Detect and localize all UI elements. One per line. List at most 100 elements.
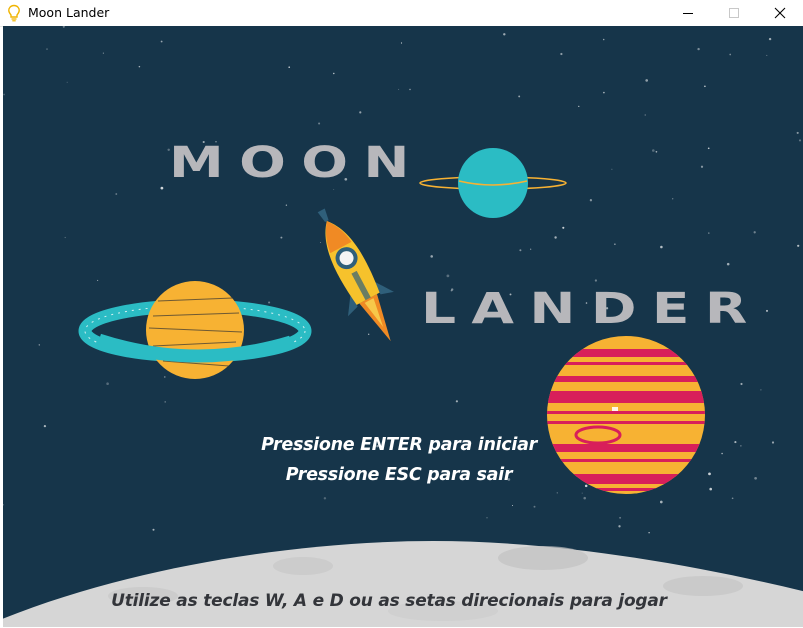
star [554, 236, 557, 239]
star [46, 48, 48, 50]
star [753, 231, 756, 234]
star [486, 517, 488, 519]
star [603, 91, 605, 94]
star [62, 26, 65, 28]
star [556, 492, 558, 494]
title-moon: MOON [169, 138, 425, 188]
star [138, 65, 141, 68]
prompt-start: Pressione ENTER para iniciar [261, 435, 537, 455]
star [583, 496, 586, 500]
star [584, 484, 588, 488]
star [589, 199, 593, 202]
star [3, 504, 4, 506]
teal-planet [419, 148, 567, 218]
star [644, 114, 646, 116]
star [446, 274, 450, 278]
star [618, 525, 621, 528]
star [430, 255, 433, 258]
prompt-exit: Pressione ESC para sair [285, 465, 513, 485]
star [368, 333, 370, 335]
star [333, 189, 335, 190]
star [740, 382, 743, 386]
star [729, 53, 732, 56]
star [700, 165, 704, 168]
controls-instructions: Utilize as teclas W, A e D ou as setas d… [111, 591, 667, 611]
star [115, 193, 118, 195]
star [562, 226, 565, 229]
star [319, 241, 322, 244]
star [164, 376, 166, 378]
star [645, 79, 649, 82]
star [160, 40, 163, 43]
minimize-button[interactable] [665, 0, 711, 26]
star [798, 139, 802, 142]
star [455, 400, 458, 403]
star [106, 382, 109, 386]
lightbulb-icon [6, 4, 22, 22]
moon-surface [3, 541, 803, 627]
star [709, 487, 712, 491]
star [152, 528, 155, 531]
star [400, 42, 403, 44]
star [280, 236, 283, 239]
star [318, 122, 321, 125]
star [323, 497, 327, 500]
star [66, 81, 68, 83]
star [602, 38, 605, 41]
star [614, 243, 616, 245]
star [697, 47, 700, 51]
title-bar[interactable]: Moon Lander [0, 0, 803, 27]
star [398, 88, 400, 90]
star [503, 33, 506, 36]
star [560, 52, 563, 56]
app-window: Moon Lander MOON LANDER Pressione ENTER … [0, 0, 803, 628]
star [796, 131, 799, 134]
star [731, 497, 734, 500]
star [660, 245, 663, 249]
star [533, 505, 536, 508]
title-lander: LANDER [421, 284, 763, 334]
star [704, 85, 706, 88]
star [659, 500, 663, 504]
maximize-button[interactable] [711, 0, 757, 26]
star [655, 150, 658, 153]
rocket [317, 208, 394, 342]
star [3, 93, 5, 96]
star [160, 186, 164, 190]
star [409, 88, 411, 91]
star [518, 95, 521, 98]
star [578, 105, 580, 108]
star [797, 244, 800, 247]
star [581, 492, 583, 494]
window-title: Moon Lander [28, 5, 110, 20]
star [519, 249, 522, 252]
star [760, 389, 762, 391]
star [726, 262, 730, 266]
star [268, 301, 271, 304]
star [333, 72, 335, 75]
star [707, 147, 710, 150]
star [651, 149, 655, 152]
star [530, 248, 532, 250]
star [766, 54, 768, 56]
star [708, 232, 710, 234]
star [765, 309, 769, 312]
close-button[interactable] [757, 0, 803, 26]
star [38, 344, 40, 346]
star [64, 236, 66, 239]
maximize-icon [728, 4, 740, 23]
close-icon [774, 4, 786, 23]
ringed-planet [78, 281, 312, 379]
star [768, 37, 772, 41]
minimize-icon [682, 4, 694, 23]
star [511, 504, 514, 507]
star [97, 279, 99, 281]
star [43, 424, 47, 428]
star [619, 516, 622, 519]
star [672, 198, 674, 200]
game-canvas[interactable]: MOON LANDER Pressione ENTER para iniciar… [3, 26, 803, 627]
star [288, 66, 291, 69]
star [648, 532, 650, 534]
star [164, 401, 166, 403]
star [285, 204, 288, 206]
